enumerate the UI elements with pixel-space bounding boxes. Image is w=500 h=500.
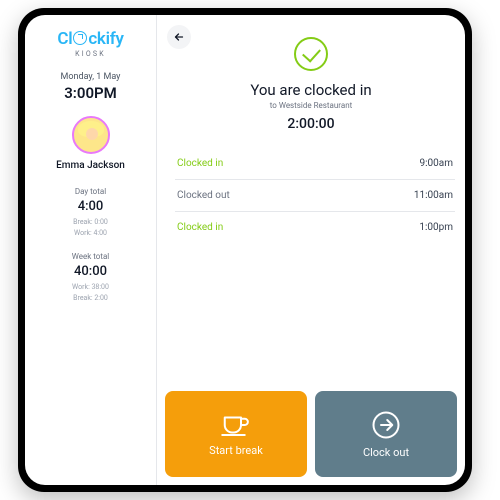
time-log: Clocked in 9:00am Clocked out 11:00am Cl… <box>157 148 465 243</box>
action-bar: Start break Clock out <box>157 383 465 485</box>
check-circle-icon <box>294 37 328 71</box>
day-total-value: 4:00 <box>73 199 108 214</box>
current-time: 3:00PM <box>64 84 117 102</box>
day-total-block: Day total 4:00 Break: 0:00 Work: 4:00 <box>73 187 108 238</box>
log-label: Clocked in <box>177 158 223 169</box>
log-time: 9:00am <box>420 158 454 169</box>
log-row: Clocked in 9:00am <box>175 148 455 180</box>
clock-icon <box>73 31 87 45</box>
start-break-label: Start break <box>209 444 263 457</box>
log-label: Clocked in <box>177 222 223 233</box>
log-row: Clocked out 11:00am <box>175 180 455 212</box>
avatar[interactable] <box>72 116 110 154</box>
exit-arrow-icon <box>371 410 401 440</box>
clock-out-label: Clock out <box>363 446 409 459</box>
day-break: Break: 0:00 <box>73 217 108 228</box>
device-frame: Clckify KIOSK Monday, 1 May 3:00PM Emma … <box>18 8 472 492</box>
user-name: Emma Jackson <box>56 160 125 171</box>
clock-out-button[interactable]: Clock out <box>315 391 457 477</box>
logo-wordmark: Clckify <box>57 29 123 49</box>
day-total-label: Day total <box>73 187 108 196</box>
start-break-button[interactable]: Start break <box>165 391 307 477</box>
status-title: You are clocked in <box>173 81 449 99</box>
log-label: Clocked out <box>177 190 230 201</box>
arrow-left-icon <box>173 31 185 43</box>
week-total-block: Week total 40:00 Work: 38:00 Break: 2:00 <box>72 252 110 303</box>
elapsed-time: 2:00:00 <box>173 116 449 132</box>
screen: Clckify KIOSK Monday, 1 May 3:00PM Emma … <box>25 15 465 485</box>
log-row: Clocked in 1:00pm <box>175 212 455 243</box>
sidebar: Clckify KIOSK Monday, 1 May 3:00PM Emma … <box>25 15 157 485</box>
status-area: You are clocked in to Westside Restauran… <box>157 15 465 148</box>
cup-icon <box>221 412 251 438</box>
log-time: 1:00pm <box>419 222 453 233</box>
log-time: 11:00am <box>414 190 453 201</box>
back-button[interactable] <box>167 25 191 49</box>
status-subtitle: to Westside Restaurant <box>173 101 449 110</box>
main-panel: You are clocked in to Westside Restauran… <box>157 15 465 485</box>
week-total-value: 40:00 <box>72 264 110 279</box>
logo-subtext: KIOSK <box>75 50 106 58</box>
day-work: Work: 4:00 <box>73 228 108 239</box>
current-date: Monday, 1 May <box>61 72 121 82</box>
week-total-label: Week total <box>72 252 110 261</box>
week-break: Break: 2:00 <box>72 293 110 304</box>
logo: Clckify KIOSK <box>57 29 123 58</box>
week-work: Work: 38:00 <box>72 282 110 293</box>
